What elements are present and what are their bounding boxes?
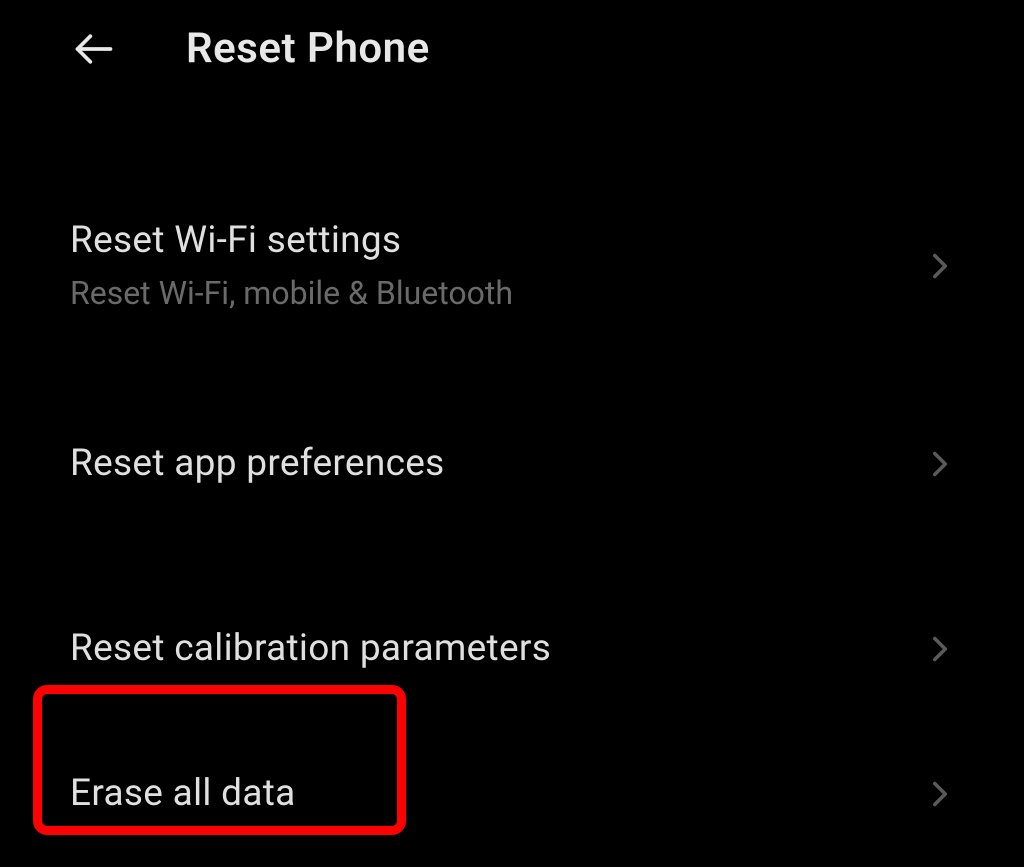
chevron-right-icon [926, 635, 954, 663]
page-title: Reset Phone [186, 24, 430, 73]
list-item-reset-wifi[interactable]: Reset Wi-Fi settings Reset Wi-Fi, mobile… [0, 211, 1024, 334]
chevron-right-icon [926, 780, 954, 808]
list-item-reset-calibration[interactable]: Reset calibration parameters [0, 507, 1024, 692]
list-item-erase-all-data[interactable]: Erase all data [0, 740, 1024, 847]
list-item-body: Reset app preferences [70, 442, 445, 485]
list-item-title: Reset Wi-Fi settings [70, 219, 513, 262]
list-item-body: Erase all data [70, 772, 296, 815]
list-item-body: Reset calibration parameters [70, 627, 551, 670]
list-item-title: Reset calibration parameters [70, 627, 551, 670]
list-item-subtitle: Reset Wi-Fi, mobile & Bluetooth [70, 274, 513, 312]
header: Reset Phone [0, 0, 1024, 91]
list-item-reset-app-preferences[interactable]: Reset app preferences [0, 334, 1024, 507]
chevron-right-icon [926, 450, 954, 478]
chevron-right-icon [926, 252, 954, 280]
list-item-title: Reset app preferences [70, 442, 445, 485]
settings-list: Reset Wi-Fi settings Reset Wi-Fi, mobile… [0, 91, 1024, 847]
arrow-left-icon [72, 27, 116, 71]
list-item-body: Reset Wi-Fi settings Reset Wi-Fi, mobile… [70, 219, 513, 312]
list-item-title: Erase all data [70, 772, 296, 815]
back-button[interactable] [70, 25, 118, 73]
